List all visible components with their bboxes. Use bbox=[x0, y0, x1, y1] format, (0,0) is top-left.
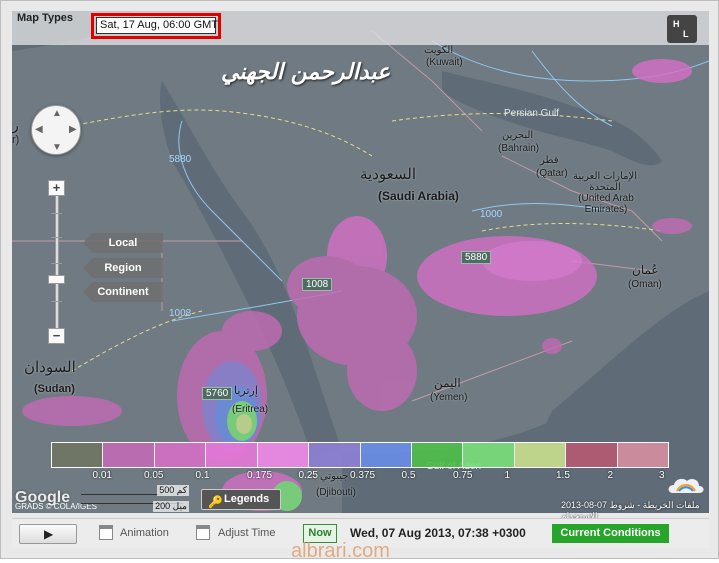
current-date: Wed, 07 Aug 2013, 07:38 +0300 bbox=[350, 526, 526, 540]
legend-swatch bbox=[154, 443, 207, 467]
zoom-in-button[interactable]: + bbox=[48, 180, 65, 196]
label-qatar-ar: قطر bbox=[540, 155, 559, 166]
zoom-out-button[interactable]: − bbox=[48, 328, 65, 344]
pan-control[interactable]: ▲ ▼ ◀ ▶ bbox=[31, 105, 81, 155]
legend-value-label: 0.05 bbox=[144, 470, 164, 481]
adjust-time-button[interactable]: Adjust Time bbox=[218, 527, 275, 539]
legend-swatch bbox=[463, 443, 515, 467]
scale-mi: 200 ميل bbox=[153, 501, 189, 512]
legend-swatch bbox=[309, 443, 361, 467]
hl-l-letter: L bbox=[683, 29, 689, 39]
map-scale: 500 كم 200 ميل bbox=[81, 485, 189, 512]
label-kuwait-ar: الكويت bbox=[424, 45, 454, 56]
label-sudan-en: (Sudan) bbox=[34, 383, 75, 395]
pan-up-icon[interactable]: ▲ bbox=[52, 108, 62, 119]
zoom-tick bbox=[51, 237, 62, 238]
zoom-tick bbox=[51, 301, 62, 302]
legend-swatch bbox=[52, 443, 104, 467]
zoom-tick bbox=[51, 263, 62, 264]
label-kuwait-en: (Kuwait) bbox=[426, 57, 463, 68]
isobar-label: 5880 bbox=[461, 251, 492, 264]
site-watermark: albrari.com bbox=[291, 540, 390, 562]
label-persian-gulf: Persian Gulf bbox=[504, 108, 560, 119]
animation-button[interactable]: Animation bbox=[120, 527, 169, 539]
map-types-menu[interactable]: Map Types bbox=[17, 12, 73, 24]
label-sudan-ar: السودان bbox=[24, 359, 76, 376]
zoom-tick bbox=[51, 213, 62, 214]
legend-value-label: 0.375 bbox=[350, 470, 376, 481]
legend-swatch bbox=[103, 443, 155, 467]
legend-swatch bbox=[360, 443, 412, 467]
label-left-edge-ar: ر bbox=[12, 117, 19, 133]
view-region-button[interactable]: Region bbox=[83, 258, 163, 278]
play-icon: ▶ bbox=[44, 527, 54, 541]
label-saudi-en: (Saudi Arabia) bbox=[378, 189, 459, 203]
current-conditions-button[interactable]: Current Conditions bbox=[552, 524, 669, 543]
forecast-time-highlight bbox=[91, 13, 221, 39]
legend-value-label: 2 bbox=[607, 470, 614, 481]
isobar-label: 1008 bbox=[169, 308, 192, 319]
legend-swatch bbox=[514, 443, 567, 467]
precip-legend-bar bbox=[51, 442, 669, 468]
legend-value-label: 0.25 bbox=[298, 470, 318, 481]
label-djibouti-en: (Djibouti) bbox=[316, 487, 357, 498]
label-yemen-en: (Yemen) bbox=[430, 392, 468, 403]
label-saudi-ar: السعودية bbox=[360, 166, 417, 183]
pan-left-icon[interactable]: ◀ bbox=[35, 124, 43, 135]
label-uae-en: (United Arab Emirates) bbox=[578, 193, 634, 215]
legend-value-label: 1.5 bbox=[556, 470, 570, 481]
label-oman-ar: عُمان bbox=[632, 263, 659, 277]
view-continent-button[interactable]: Continent bbox=[83, 282, 163, 302]
legend-value-label: 0.175 bbox=[247, 470, 273, 481]
isobar-label: 1000 bbox=[480, 209, 503, 220]
label-uae-ar: الإمارات العربية المتحدة bbox=[572, 171, 637, 193]
label-bahrain-en: (Bahrain) bbox=[498, 143, 540, 154]
label-eritrea-en: (Eritrea) bbox=[232, 404, 269, 415]
weather-cloud-logo-icon bbox=[668, 478, 704, 493]
key-icon: 🔑 bbox=[208, 495, 223, 509]
label-djibouti-ar: جيبوتي bbox=[320, 471, 349, 482]
hl-h-letter: H bbox=[673, 19, 680, 29]
legend-value-label: 1 bbox=[504, 470, 511, 481]
legend-swatch bbox=[257, 443, 310, 467]
legend-value-label: 0.01 bbox=[92, 470, 112, 481]
legend-swatch bbox=[206, 443, 258, 467]
label-oman-en: (Oman) bbox=[628, 279, 662, 290]
pan-down-icon[interactable]: ▼ bbox=[52, 142, 62, 153]
isobar-label: 5880 bbox=[169, 154, 192, 165]
legend-swatch bbox=[566, 443, 618, 467]
label-eritrea-ar: إرتريا bbox=[234, 385, 258, 397]
scale-km: 500 كم bbox=[157, 485, 189, 496]
legend-value-label: 3 bbox=[659, 470, 665, 481]
pan-right-icon[interactable]: ▶ bbox=[69, 124, 77, 135]
label-bahrain-ar: البحرين bbox=[502, 130, 534, 141]
legends-button[interactable]: 🔑 Legends bbox=[201, 489, 281, 510]
isobar-label: 1008 bbox=[302, 278, 333, 291]
zoom-slider-thumb[interactable] bbox=[48, 275, 65, 284]
isobar-label: 5760 bbox=[202, 387, 233, 400]
legend-value-label: 0.75 bbox=[453, 470, 473, 481]
play-button[interactable]: ▶ bbox=[19, 524, 77, 544]
label-yemen-ar: اليمن bbox=[434, 376, 461, 390]
legends-button-label: Legends bbox=[224, 493, 270, 505]
weather-map-window: الكويت (Kuwait) Persian Gulf البحرين (Ba… bbox=[0, 0, 719, 562]
legend-value-label: 0.1 bbox=[195, 470, 210, 481]
legend-swatch bbox=[411, 443, 464, 467]
calendar-icon bbox=[196, 525, 210, 540]
high-low-toggle-button[interactable]: H L bbox=[667, 15, 697, 43]
view-local-button[interactable]: Local bbox=[83, 233, 163, 253]
calendar-icon bbox=[99, 525, 113, 540]
legend-swatch bbox=[617, 443, 669, 467]
label-left-edge-en: r) bbox=[12, 134, 20, 146]
label-qatar-en: (Qatar) bbox=[536, 168, 568, 179]
legend-value-label: 0.5 bbox=[401, 470, 416, 481]
author-watermark: عبدالرحمن الجهني bbox=[221, 59, 391, 85]
